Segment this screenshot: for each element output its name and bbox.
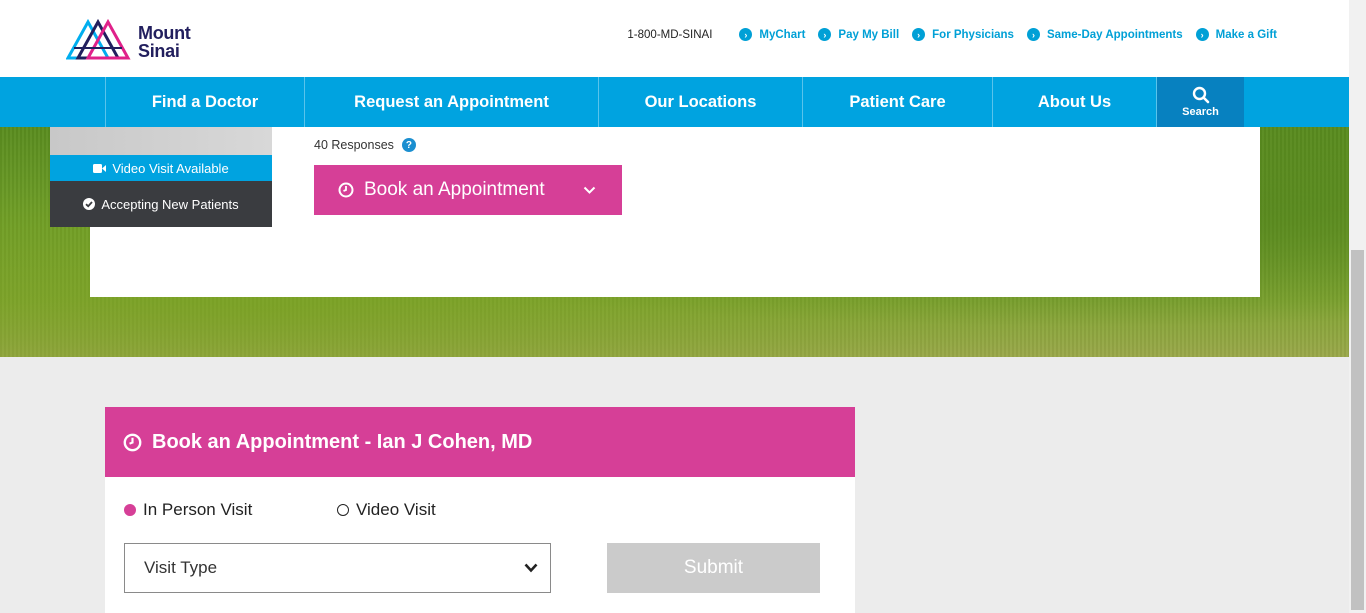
in-person-visit-radio[interactable]: In Person Visit [124, 500, 252, 520]
logo-mark-icon [65, 18, 131, 60]
radio-unselected-icon [337, 504, 349, 516]
check-circle-icon [83, 198, 96, 210]
book-appointment-label: Book an Appointment [364, 179, 545, 200]
video-camera-icon [93, 163, 107, 173]
nav-our-locations[interactable]: Our Locations [598, 77, 802, 127]
booking-panel-title: Book an Appointment - Ian J Cohen, MD [152, 430, 533, 453]
for-physicians-link[interactable]: › For Physicians [912, 28, 1014, 41]
search-icon [1192, 86, 1209, 104]
chevron-right-icon: › [1195, 28, 1209, 41]
for-physicians-label: For Physicians [932, 28, 1014, 41]
chevron-right-icon: › [1026, 28, 1040, 41]
responses-count: 40 Responses [314, 138, 394, 152]
pay-my-bill-label: Pay My Bill [838, 28, 900, 41]
visit-type-placeholder: Visit Type [144, 558, 218, 577]
main-nav: Find a Doctor Request an Appointment Our… [0, 77, 1349, 127]
search-button[interactable]: Search [1157, 77, 1244, 127]
ratings-responses: 40 Responses ? [314, 138, 416, 152]
clock-icon [123, 433, 142, 451]
phone-number[interactable]: 1-800-MD-SINAI [627, 29, 712, 41]
visit-type-select[interactable]: Visit Type [124, 543, 551, 593]
same-day-appointments-link[interactable]: › Same-Day Appointments [1026, 28, 1183, 41]
mychart-label: MyChart [759, 28, 806, 41]
accepting-patients-tag: Accepting New Patients [50, 181, 272, 227]
pay-my-bill-link[interactable]: › Pay My Bill [818, 28, 899, 41]
mount-sinai-logo[interactable]: Mount Sinai [65, 14, 206, 62]
booking-panel-header: Book an Appointment - Ian J Cohen, MD [105, 407, 855, 477]
video-visit-radio[interactable]: Video Visit [337, 500, 436, 520]
main-nav-items: Find a Doctor Request an Appointment Our… [105, 77, 1244, 127]
clock-icon [338, 182, 354, 198]
chevron-down-icon [524, 563, 538, 573]
book-appointment-dropdown-button[interactable]: Book an Appointment [314, 165, 622, 215]
doctor-photo [50, 127, 272, 155]
radio-selected-icon [124, 504, 136, 516]
search-label: Search [1182, 106, 1219, 118]
chevron-right-icon: › [818, 28, 832, 41]
page-scrollbar[interactable] [1349, 0, 1366, 613]
logo-text-line2: Sinai [138, 41, 180, 61]
utility-links: 1-800-MD-SINAI › MyChart › Pay My Bill › Fo… [627, 28, 1277, 41]
video-visit-label: Video Visit Available [112, 160, 229, 176]
scrollbar-thumb[interactable] [1351, 250, 1364, 610]
video-visit-option-label: Video Visit [356, 500, 436, 519]
chevron-right-icon: › [739, 28, 753, 41]
logo-text-line1: Mount [138, 23, 191, 43]
nav-patient-care[interactable]: Patient Care [802, 77, 992, 127]
nav-find-a-doctor[interactable]: Find a Doctor [105, 77, 304, 127]
make-a-gift-link[interactable]: › Make a Gift [1195, 28, 1277, 41]
make-a-gift-label: Make a Gift [1215, 28, 1277, 41]
video-visit-tag: Video Visit Available [50, 155, 272, 181]
same-day-appointments-label: Same-Day Appointments [1046, 28, 1183, 41]
submit-button[interactable]: Submit [607, 543, 820, 593]
accepting-patients-label: Accepting New Patients [101, 196, 239, 212]
help-icon[interactable]: ? [401, 138, 416, 152]
nav-about-us[interactable]: About Us [992, 77, 1157, 127]
nav-request-appointment[interactable]: Request an Appointment [304, 77, 598, 127]
top-header: Mount Sinai 1-800-MD-SINAI › MyChart › Pay… [0, 0, 1349, 77]
in-person-visit-label: In Person Visit [143, 500, 253, 519]
chevron-down-icon [583, 186, 596, 194]
logo-wordmark: Mount Sinai [138, 23, 191, 61]
chevron-right-icon: › [912, 28, 926, 41]
mychart-link[interactable]: › MyChart [739, 28, 805, 41]
